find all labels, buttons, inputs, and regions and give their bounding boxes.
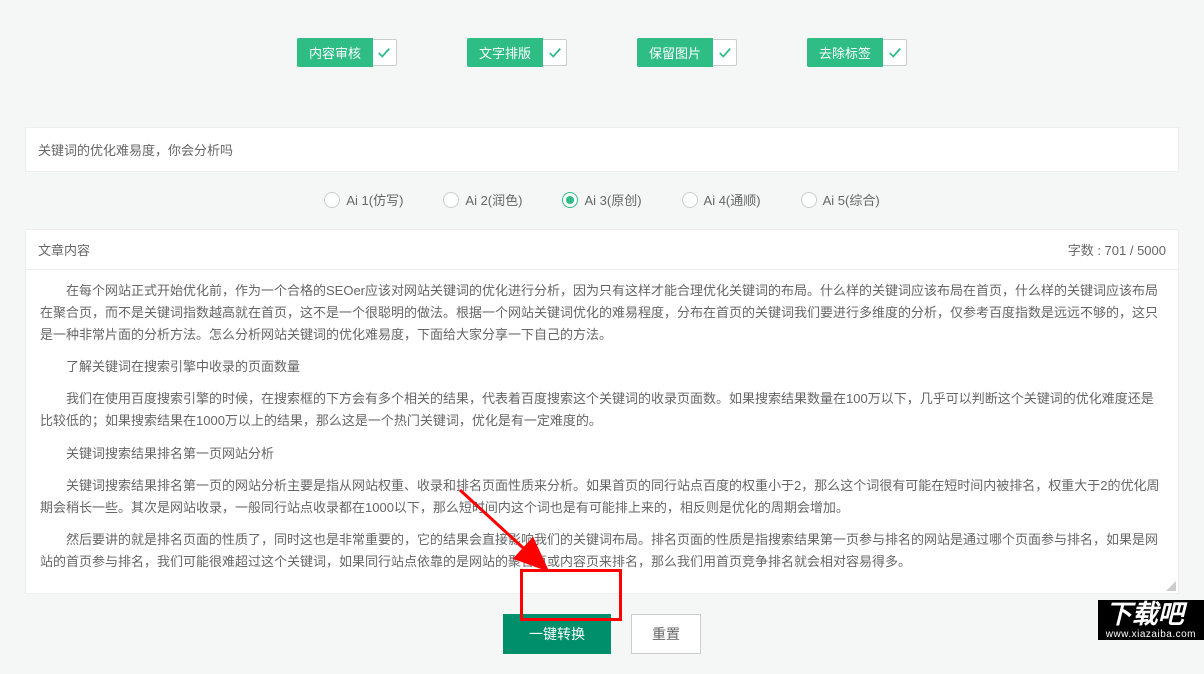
radio-label: Ai 5(综合) <box>823 190 880 209</box>
checkbox-label: 去除标签 <box>807 38 883 67</box>
content-paragraph: 关键词搜索结果排名第一页网站分析 <box>40 443 1164 465</box>
check-icon <box>883 39 907 66</box>
radio-label: Ai 1(仿写) <box>346 190 403 209</box>
content-textarea[interactable]: 在每个网站正式开始优化前，作为一个合格的SEOer应该对网站关键词的优化进行分析… <box>26 270 1178 593</box>
checkbox-content-review[interactable]: 内容审核 <box>297 38 397 67</box>
resize-handle-icon[interactable] <box>1166 581 1176 591</box>
watermark: 下载吧 www.xiazaiba.com <box>1098 600 1204 640</box>
check-icon <box>543 39 567 66</box>
content-paragraph: 关键词搜索结果排名第一页的网站分析主要是指从网站权重、收录和排名页面性质来分析。… <box>40 475 1164 519</box>
content-title-label: 文章内容 <box>38 240 90 259</box>
checkbox-label: 内容审核 <box>297 38 373 67</box>
content-header: 文章内容 字数 : 701 / 5000 <box>26 230 1178 270</box>
radio-ai4[interactable]: Ai 4(通顺) <box>682 190 761 209</box>
radio-circle-icon <box>443 192 459 208</box>
content-paragraph: 然后要讲的就是排名页面的性质了，同时这也是非常重要的，它的结果会直接影响我们的关… <box>40 529 1164 573</box>
radio-label: Ai 4(通顺) <box>704 190 761 209</box>
content-paragraph: 我们在使用百度搜索引擎的时候，在搜索框的下方会有多个相关的结果，代表着百度搜索这… <box>40 388 1164 432</box>
radio-circle-icon <box>324 192 340 208</box>
radio-ai5[interactable]: Ai 5(综合) <box>801 190 880 209</box>
content-paragraph: 在每个网站正式开始优化前，作为一个合格的SEOer应该对网站关键词的优化进行分析… <box>40 280 1164 346</box>
options-checkbox-row: 内容审核 文字排版 保留图片 去除标签 <box>0 0 1204 127</box>
watermark-text: 下载吧 <box>1106 599 1184 629</box>
title-input[interactable]: 关键词的优化难易度，你会分析吗 <box>25 127 1179 172</box>
radio-label: Ai 3(原创) <box>584 190 641 209</box>
checkbox-label: 文字排版 <box>467 38 543 67</box>
reset-button[interactable]: 重置 <box>631 614 701 654</box>
radio-circle-checked-icon <box>562 192 578 208</box>
watermark-url: www.xiazaiba.com <box>1106 629 1196 640</box>
radio-ai3[interactable]: Ai 3(原创) <box>562 190 641 209</box>
radio-label: Ai 2(润色) <box>465 190 522 209</box>
word-count-label: 字数 : 701 / 5000 <box>1068 240 1166 259</box>
checkbox-text-format[interactable]: 文字排版 <box>467 38 567 67</box>
radio-ai1[interactable]: Ai 1(仿写) <box>324 190 403 209</box>
checkbox-keep-image[interactable]: 保留图片 <box>637 38 737 67</box>
convert-button[interactable]: 一键转换 <box>503 614 611 654</box>
radio-circle-icon <box>801 192 817 208</box>
check-icon <box>373 39 397 66</box>
radio-circle-icon <box>682 192 698 208</box>
radio-ai2[interactable]: Ai 2(润色) <box>443 190 522 209</box>
check-icon <box>713 39 737 66</box>
checkbox-remove-tags[interactable]: 去除标签 <box>807 38 907 67</box>
content-paragraph: 了解关键词在搜索引擎中收录的页面数量 <box>40 356 1164 378</box>
ai-mode-radio-row: Ai 1(仿写) Ai 2(润色) Ai 3(原创) Ai 4(通顺) Ai 5… <box>0 190 1204 209</box>
action-button-row: 一键转换 重置 <box>0 594 1204 674</box>
checkbox-label: 保留图片 <box>637 38 713 67</box>
content-panel: 文章内容 字数 : 701 / 5000 在每个网站正式开始优化前，作为一个合格… <box>25 229 1179 594</box>
